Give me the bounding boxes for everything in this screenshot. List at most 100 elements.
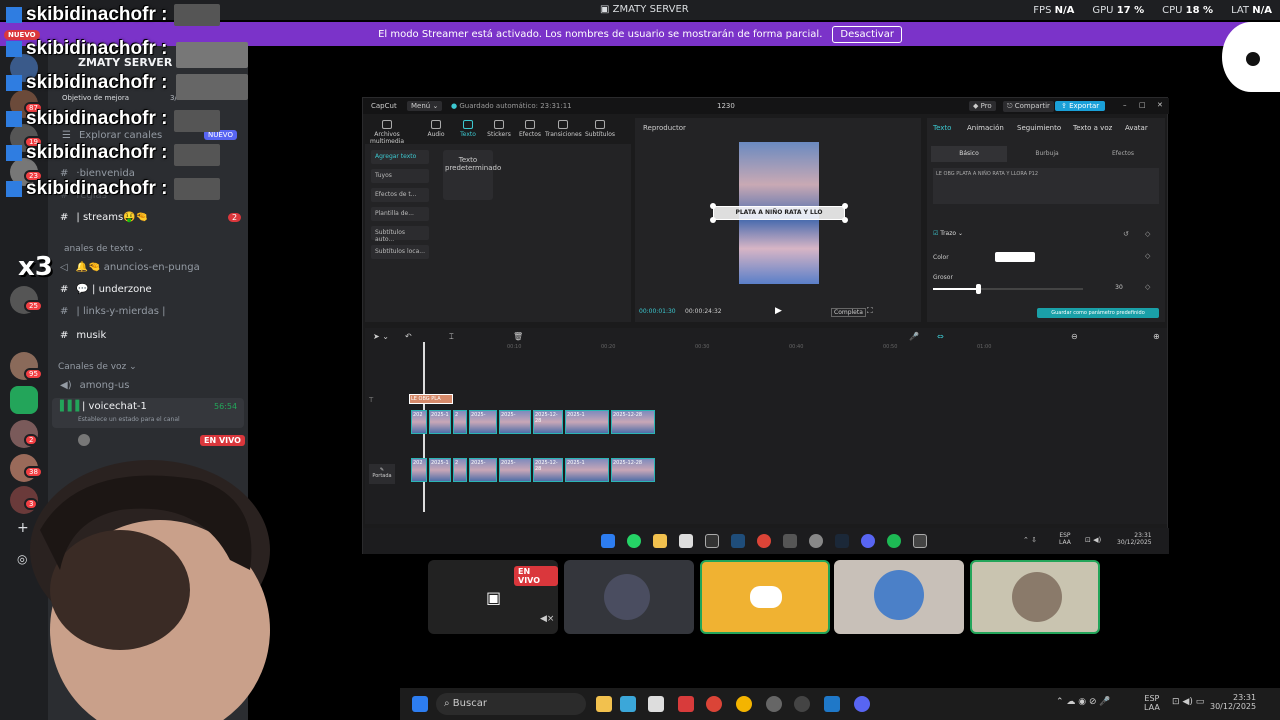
- video-clip[interactable]: 202: [411, 458, 427, 482]
- tab-text[interactable]: Texto: [933, 124, 951, 132]
- stream-tile-user[interactable]: [970, 560, 1100, 634]
- video-clip[interactable]: 2025-: [499, 410, 531, 434]
- voice-among-us[interactable]: ◀) among-us: [60, 380, 129, 391]
- channel-underzone[interactable]: # 💬 | underzone: [60, 284, 152, 295]
- tray-icons[interactable]: ⌃ ☁ ◉ ⊘ 🎤: [1056, 697, 1111, 707]
- add-text-button[interactable]: Agregar texto: [371, 150, 429, 164]
- text-clip[interactable]: LE OBG PLA: [409, 394, 453, 404]
- pro-button[interactable]: ◆ Pro: [969, 101, 996, 111]
- tab-tracking[interactable]: Seguimiento: [1017, 124, 1061, 132]
- discord-icon[interactable]: [861, 534, 875, 548]
- category-text[interactable]: anales de texto ⌄: [64, 244, 144, 254]
- zoom-out-icon[interactable]: ⊖: [1071, 332, 1078, 341]
- text-content-field[interactable]: LE OBG PLATA A NIÑO RATA Y LLORA P12: [933, 168, 1159, 204]
- capcut-icon[interactable]: [913, 534, 927, 548]
- stroke-toggle[interactable]: ☑ Trazo ⌄: [933, 230, 963, 237]
- undo-icon[interactable]: ↶: [405, 332, 412, 341]
- server-icon-7[interactable]: [10, 386, 38, 414]
- video-clip[interactable]: 2: [453, 410, 467, 434]
- video-clip[interactable]: 2025-1: [429, 410, 451, 434]
- auto-subtitles-button[interactable]: Subtítulos auto...: [371, 226, 429, 243]
- language-indicator[interactable]: ESP LAA: [1144, 694, 1160, 712]
- tool-audio[interactable]: Audio: [423, 120, 449, 138]
- text-selection-box[interactable]: PLATA A NIÑO RATA Y LLO: [713, 206, 845, 220]
- search-box[interactable]: ⌕ Buscar: [436, 693, 586, 715]
- spotify-icon[interactable]: [887, 534, 901, 548]
- voice-channel-active[interactable]: ▌▌▌ | voicechat-1 56:54 Establece un est…: [52, 398, 244, 428]
- tool-transitions[interactable]: Transiciones: [545, 120, 582, 138]
- template-button[interactable]: Plantilla de...: [371, 207, 429, 221]
- close-icon[interactable]: ✕: [1157, 101, 1163, 109]
- tool-subtitles[interactable]: Subtítulos: [583, 120, 617, 138]
- stream-tile-discord[interactable]: [700, 560, 830, 634]
- steam-icon[interactable]: [835, 534, 849, 548]
- complete-button[interactable]: Completa: [831, 308, 866, 317]
- select-tool-icon[interactable]: ➤ ⌄: [373, 332, 389, 341]
- network-icon[interactable]: ⊡ ◀): [1085, 536, 1101, 544]
- zoom-fit-icon[interactable]: ⊕: [1153, 332, 1160, 341]
- menu-button[interactable]: Menú ⌄: [407, 101, 443, 111]
- tab-animation[interactable]: Animación: [967, 124, 1004, 132]
- app-icon[interactable]: [731, 534, 745, 548]
- channel-anuncios[interactable]: ◁ 🔔🤏 anuncios-en-punga: [60, 262, 200, 273]
- resize-handle[interactable]: [842, 203, 848, 209]
- stream-tile-user[interactable]: [834, 560, 964, 634]
- video-clip[interactable]: 2025-: [469, 410, 497, 434]
- store-icon[interactable]: [648, 696, 664, 712]
- video-clip[interactable]: 2025-1: [565, 410, 609, 434]
- minimize-icon[interactable]: –: [1123, 101, 1127, 109]
- export-button[interactable]: ⇪ Exportar: [1055, 101, 1106, 111]
- start-icon[interactable]: [412, 696, 428, 712]
- app-icon[interactable]: [678, 696, 694, 712]
- cover-button[interactable]: ✎ Portada: [369, 464, 395, 484]
- resize-handle[interactable]: [842, 217, 848, 223]
- text-effects-button[interactable]: Efectos de t...: [371, 188, 429, 202]
- default-text-card[interactable]: Texto predeterminado: [443, 150, 501, 200]
- tool-effects[interactable]: Efectos: [515, 120, 545, 138]
- network-icon[interactable]: ⊡ ◀) ▭: [1172, 697, 1204, 707]
- split-icon[interactable]: ⌶: [449, 332, 454, 342]
- app-icon[interactable]: [809, 534, 823, 548]
- tool-text[interactable]: Texto: [455, 120, 481, 138]
- app-icon[interactable]: [824, 696, 840, 712]
- mic-icon[interactable]: 🎤: [909, 332, 919, 341]
- subtab-basic[interactable]: Básico: [931, 146, 1007, 162]
- tool-stickers[interactable]: Stickers: [483, 120, 515, 138]
- mine-button[interactable]: Tuyos: [371, 169, 429, 183]
- language-indicator[interactable]: ESP LAA: [1059, 532, 1071, 546]
- video-clip[interactable]: 202: [411, 410, 427, 434]
- video-clip[interactable]: 2025-12-28: [533, 458, 563, 482]
- store-icon[interactable]: [679, 534, 693, 548]
- stream-tile-screen[interactable]: EN VIVO ▣ ◀×: [428, 560, 558, 634]
- media-player-icon[interactable]: [794, 696, 810, 712]
- video-clip[interactable]: 2025-1: [429, 458, 451, 482]
- folder-icon[interactable]: [653, 534, 667, 548]
- stream-tile-user[interactable]: [564, 560, 694, 634]
- app-icon[interactable]: [783, 534, 797, 548]
- channel-links[interactable]: # | links-y-mierdas |: [60, 306, 165, 317]
- subtab-bubble[interactable]: Burbuja: [1011, 146, 1083, 162]
- thickness-value[interactable]: 30: [1101, 284, 1137, 291]
- link-icon[interactable]: ⇔: [937, 332, 944, 341]
- channel-musik[interactable]: # musik: [60, 330, 106, 341]
- windows-icon[interactable]: [601, 534, 615, 548]
- maximize-icon[interactable]: □: [1139, 101, 1146, 109]
- video-clip[interactable]: 2025-12-28: [611, 410, 655, 434]
- resize-handle[interactable]: [710, 217, 716, 223]
- thickness-slider[interactable]: [933, 284, 1083, 294]
- reset-icon[interactable]: ↺: [1123, 230, 1129, 238]
- video-clip[interactable]: 2025-: [469, 458, 497, 482]
- keyframe-icon[interactable]: ◇: [1145, 230, 1150, 238]
- tool-media[interactable]: Archivos multimedia: [361, 120, 413, 145]
- video-clip[interactable]: 2025-: [499, 458, 531, 482]
- video-clip[interactable]: 2025-12-28: [533, 410, 563, 434]
- video-clip[interactable]: 2: [453, 458, 467, 482]
- share-button[interactable]: ⎋ Compartir: [1003, 101, 1054, 112]
- keyframe-icon[interactable]: ◇: [1145, 252, 1150, 260]
- subtab-effects[interactable]: Efectos: [1087, 146, 1159, 162]
- clock[interactable]: 23:31 30/12/2025: [1210, 693, 1256, 711]
- tab-tts[interactable]: Texto a voz: [1073, 124, 1112, 132]
- delete-icon[interactable]: 🗑: [513, 332, 523, 341]
- capcut-icon[interactable]: [705, 534, 719, 548]
- keyframe-icon[interactable]: ◇: [1145, 283, 1150, 291]
